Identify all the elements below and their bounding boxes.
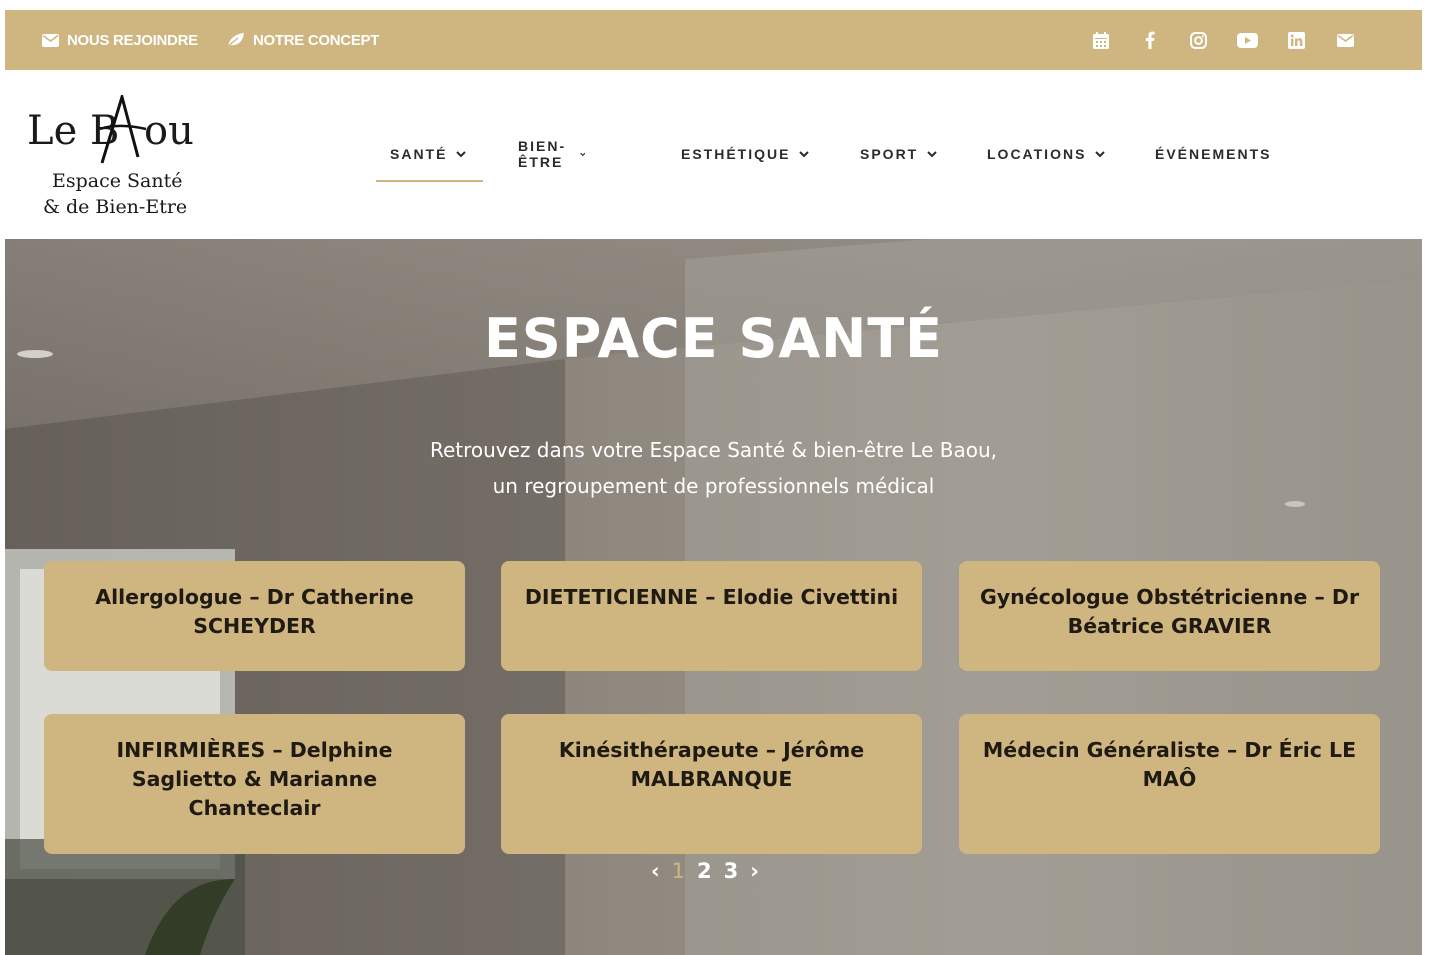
site-header: Le B ou Espace Santé & de Bien-Etre SANT…	[5, 70, 1422, 239]
calendar-icon	[1092, 31, 1109, 49]
hero-subtitle-line-1: Retrouvez dans votre Espace Santé & bien…	[429, 438, 998, 462]
nav-item-evenements[interactable]: ÉVÉNEMENTS	[1155, 142, 1271, 166]
concept-label: NOTRE CONCEPT	[253, 31, 380, 49]
join-us-label: NOUS REJOINDRE	[67, 31, 198, 49]
pagination: ‹ 1 2 3 ›	[645, 854, 765, 888]
instagram-link[interactable]	[1174, 10, 1223, 70]
email-link[interactable]	[1321, 10, 1370, 70]
nav-label: ÉVÉNEMENTS	[1155, 146, 1272, 162]
social-icons	[1076, 10, 1370, 70]
site-logo[interactable]: Le B ou Espace Santé & de Bien-Etre	[25, 90, 205, 220]
logo-tagline-1: Espace Santé	[52, 170, 183, 192]
service-card[interactable]: Kinésithérapeute – Jérôme MALBRANQUE	[501, 714, 922, 854]
logo-a-mark	[99, 95, 147, 164]
nav-label: SPORT	[860, 146, 919, 162]
pagination-page-3[interactable]: 3	[724, 859, 739, 883]
leaf-icon	[226, 33, 244, 48]
logo-name-right: ou	[144, 108, 194, 154]
linkedin-link[interactable]	[1272, 10, 1321, 70]
nav-label: ESTHÉTIQUE	[681, 146, 791, 162]
nav-label: LOCATIONS	[987, 146, 1087, 162]
chevron-down-icon	[1095, 150, 1106, 157]
hero-section: ESPACE SANTÉ Retrouvez dans votre Espace…	[5, 239, 1422, 955]
concept-link[interactable]: NOTRE CONCEPT	[226, 10, 379, 70]
nav-item-bien-etre[interactable]: BIEN-ÊTRE	[518, 138, 585, 170]
nav-label: SANTÉ	[390, 146, 448, 162]
pagination-page-2[interactable]: 2	[697, 859, 712, 883]
nav-active-indicator	[376, 180, 483, 182]
service-card[interactable]: DIETETICIENNE – Elodie Civettini	[501, 561, 922, 671]
calendar-link[interactable]	[1076, 10, 1125, 70]
hero-title: ESPACE SANTÉ	[483, 307, 944, 370]
pagination-prev[interactable]: ‹	[651, 859, 660, 883]
top-bar: NOUS REJOINDRE NOTRE CONCEPT	[5, 10, 1422, 70]
service-card[interactable]: Gynécologue Obstétricienne – Dr Béatrice…	[959, 561, 1380, 671]
nav-item-esthetique[interactable]: ESTHÉTIQUE	[681, 142, 810, 166]
chevron-down-icon	[579, 152, 585, 156]
service-card[interactable]: INFIRMIÈRES – Delphine Saglietto & Maria…	[44, 714, 465, 854]
facebook-icon	[1145, 31, 1155, 49]
page: NOUS REJOINDRE NOTRE CONCEPT Le B ou Esp…	[5, 10, 1422, 955]
chevron-down-icon	[799, 150, 810, 157]
join-us-link[interactable]: NOUS REJOINDRE	[42, 10, 198, 70]
service-card[interactable]: Allergologue – Dr Catherine SCHEYDER	[44, 561, 465, 671]
chevron-down-icon	[456, 150, 467, 157]
youtube-icon	[1237, 32, 1258, 48]
facebook-link[interactable]	[1125, 10, 1174, 70]
envelope-icon	[42, 33, 59, 47]
envelope-icon	[1337, 33, 1354, 47]
pagination-page-1[interactable]: 1	[672, 859, 685, 883]
pagination-next[interactable]: ›	[750, 859, 759, 883]
hero-subtitle-line-2: un regroupement de professionnels médica…	[492, 474, 935, 498]
nav-item-locations[interactable]: LOCATIONS	[987, 142, 1106, 166]
youtube-link[interactable]	[1223, 10, 1272, 70]
nav-item-sante[interactable]: SANTÉ	[390, 142, 467, 166]
instagram-icon	[1190, 31, 1207, 49]
service-card[interactable]: Médecin Généraliste – Dr Éric LE MAÔ	[959, 714, 1380, 854]
logo-tagline-2: & de Bien-Etre	[43, 196, 188, 218]
linkedin-icon	[1288, 31, 1305, 49]
nav-item-sport[interactable]: SPORT	[860, 142, 937, 166]
hero-subtitle: Retrouvez dans votre Espace Santé & bien…	[5, 432, 1422, 504]
chevron-down-icon	[927, 150, 937, 157]
nav-label: BIEN-ÊTRE	[518, 138, 567, 170]
